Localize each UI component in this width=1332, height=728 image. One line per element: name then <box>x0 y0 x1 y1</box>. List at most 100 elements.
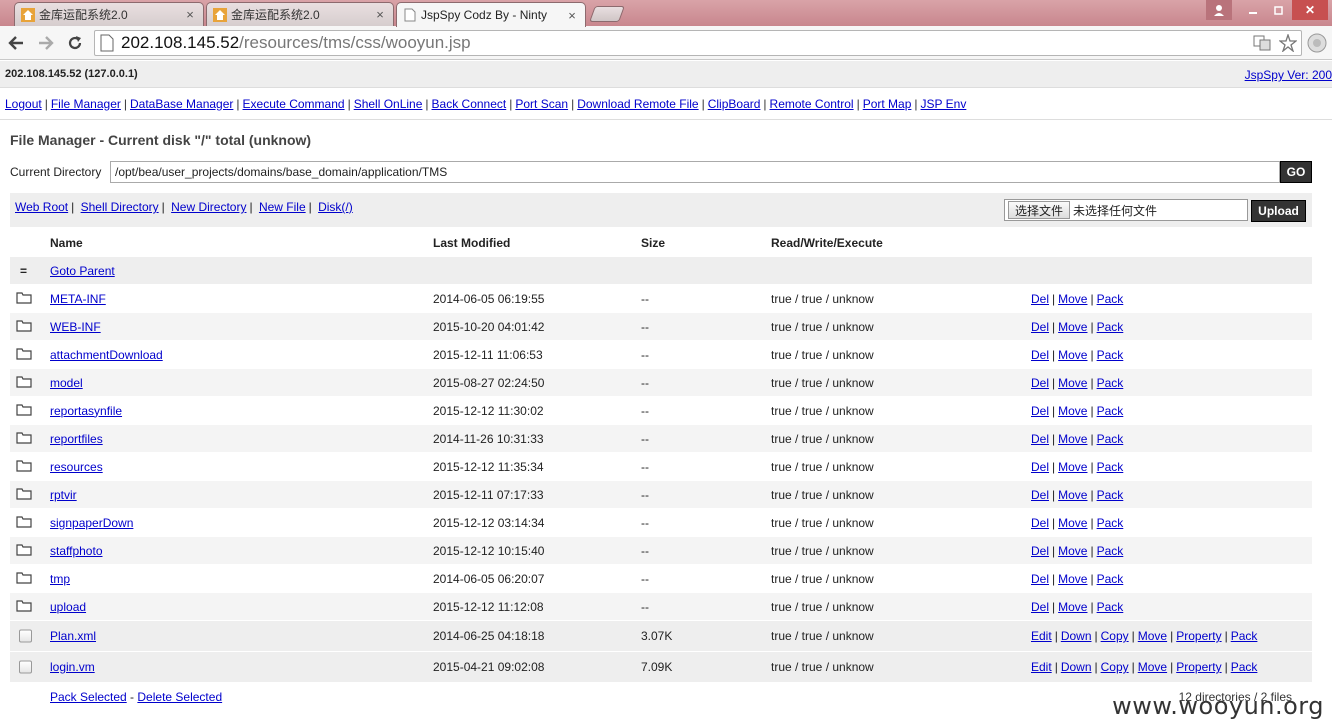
move-link[interactable]: Move <box>1058 544 1087 558</box>
shell-directory-link[interactable]: Shell Directory <box>81 200 159 214</box>
dir-name-link[interactable]: WEB-INF <box>50 320 101 334</box>
menu-logout[interactable]: Logout <box>5 97 42 111</box>
disk-link[interactable]: Disk(/) <box>318 200 353 214</box>
dir-name-link[interactable]: rptvir <box>50 488 77 502</box>
del-link[interactable]: Del <box>1031 432 1049 446</box>
choose-file-button[interactable]: 选择文件 <box>1008 201 1071 219</box>
menu-back-connect[interactable]: Back Connect <box>432 97 507 111</box>
new-directory-link[interactable]: New Directory <box>171 200 246 214</box>
move-link[interactable]: Move <box>1058 516 1087 530</box>
forward-arrow-icon[interactable] <box>34 31 58 55</box>
file-checkbox[interactable] <box>19 629 32 643</box>
current-directory-input[interactable] <box>110 161 1280 183</box>
pack-link[interactable]: Pack <box>1097 404 1124 418</box>
reload-icon[interactable] <box>63 31 87 55</box>
goto-parent-link[interactable]: Goto Parent <box>50 264 115 278</box>
new-file-link[interactable]: New File <box>259 200 306 214</box>
address-bar[interactable]: 202.108.145.52/resources/tms/css/wooyun.… <box>94 30 1302 56</box>
property-link[interactable]: Property <box>1176 629 1221 643</box>
del-link[interactable]: Del <box>1031 460 1049 474</box>
close-window-icon[interactable]: ✕ <box>1292 0 1328 20</box>
del-link[interactable]: Del <box>1031 404 1049 418</box>
move-link[interactable]: Move <box>1058 600 1087 614</box>
del-link[interactable]: Del <box>1031 516 1049 530</box>
page-info-icon[interactable] <box>99 34 117 52</box>
file-name-link[interactable]: login.vm <box>50 660 95 674</box>
pack-selected-link[interactable]: Pack Selected <box>50 690 127 704</box>
dir-name-link[interactable]: staffphoto <box>50 544 103 558</box>
go-button[interactable]: GO <box>1280 161 1312 183</box>
menu-port-scan[interactable]: Port Scan <box>515 97 568 111</box>
dir-name-link[interactable]: tmp <box>50 572 70 586</box>
file-upload-input[interactable]: 选择文件 未选择任何文件 <box>1004 199 1248 221</box>
move-link[interactable]: Move <box>1058 432 1087 446</box>
browser-menu-icon[interactable] <box>1306 32 1328 54</box>
delete-selected-link[interactable]: Delete Selected <box>137 690 222 704</box>
pack-link[interactable]: Pack <box>1097 460 1124 474</box>
translate-icon[interactable] <box>1253 34 1271 57</box>
file-name-link[interactable]: Plan.xml <box>50 629 96 643</box>
edit-link[interactable]: Edit <box>1031 629 1052 643</box>
del-link[interactable]: Del <box>1031 572 1049 586</box>
pack-link[interactable]: Pack <box>1097 488 1124 502</box>
dir-name-link[interactable]: signpaperDown <box>50 516 133 530</box>
new-tab-button[interactable] <box>589 6 625 22</box>
menu-database-manager[interactable]: DataBase Manager <box>130 97 233 111</box>
pack-link[interactable]: Pack <box>1097 572 1124 586</box>
menu-download-remote-file[interactable]: Download Remote File <box>577 97 698 111</box>
pack-link[interactable]: Pack <box>1097 292 1124 306</box>
move-link[interactable]: Move <box>1058 460 1087 474</box>
move-link[interactable]: Move <box>1138 660 1167 674</box>
del-link[interactable]: Del <box>1031 292 1049 306</box>
menu-execute-command[interactable]: Execute Command <box>243 97 345 111</box>
menu-file-manager[interactable]: File Manager <box>51 97 121 111</box>
down-link[interactable]: Down <box>1061 660 1092 674</box>
move-link[interactable]: Move <box>1058 348 1087 362</box>
menu-remote-control[interactable]: Remote Control <box>770 97 854 111</box>
pack-link[interactable]: Pack <box>1097 348 1124 362</box>
maximize-icon[interactable] <box>1266 0 1292 20</box>
move-link[interactable]: Move <box>1058 572 1087 586</box>
menu-clipboard[interactable]: ClipBoard <box>708 97 761 111</box>
browser-tab-active[interactable]: JspSpy Codz By - Ninty × <box>396 2 586 27</box>
pack-link[interactable]: Pack <box>1097 432 1124 446</box>
file-checkbox[interactable] <box>19 660 32 674</box>
version-link[interactable]: JspSpy Ver: 200 <box>1245 68 1332 82</box>
minimize-icon[interactable] <box>1240 0 1266 20</box>
tab-close-icon[interactable]: × <box>373 7 387 22</box>
browser-tab-2[interactable]: 金库运配系统2.0 × <box>206 2 394 26</box>
property-link[interactable]: Property <box>1176 660 1221 674</box>
back-arrow-icon[interactable] <box>4 31 28 55</box>
move-link[interactable]: Move <box>1058 292 1087 306</box>
pack-link[interactable]: Pack <box>1097 516 1124 530</box>
pack-link[interactable]: Pack <box>1231 660 1258 674</box>
copy-link[interactable]: Copy <box>1101 629 1129 643</box>
upload-button[interactable]: Upload <box>1251 200 1306 222</box>
del-link[interactable]: Del <box>1031 544 1049 558</box>
move-link[interactable]: Move <box>1058 404 1087 418</box>
dir-name-link[interactable]: resources <box>50 460 103 474</box>
down-link[interactable]: Down <box>1061 629 1092 643</box>
move-link[interactable]: Move <box>1058 376 1087 390</box>
move-link[interactable]: Move <box>1058 320 1087 334</box>
dir-name-link[interactable]: attachmentDownload <box>50 348 163 362</box>
menu-jsp-env[interactable]: JSP Env <box>921 97 967 111</box>
menu-port-map[interactable]: Port Map <box>863 97 912 111</box>
pack-link[interactable]: Pack <box>1097 600 1124 614</box>
dir-name-link[interactable]: reportfiles <box>50 432 103 446</box>
user-icon[interactable] <box>1206 0 1232 20</box>
del-link[interactable]: Del <box>1031 320 1049 334</box>
dir-name-link[interactable]: reportasynfile <box>50 404 122 418</box>
del-link[interactable]: Del <box>1031 600 1049 614</box>
tab-close-icon[interactable]: × <box>183 7 197 22</box>
dir-name-link[interactable]: META-INF <box>50 292 106 306</box>
menu-shell-online[interactable]: Shell OnLine <box>354 97 423 111</box>
pack-link[interactable]: Pack <box>1231 629 1258 643</box>
browser-tab-1[interactable]: 金库运配系统2.0 × <box>14 2 204 26</box>
edit-link[interactable]: Edit <box>1031 660 1052 674</box>
del-link[interactable]: Del <box>1031 348 1049 362</box>
del-link[interactable]: Del <box>1031 488 1049 502</box>
copy-link[interactable]: Copy <box>1101 660 1129 674</box>
del-link[interactable]: Del <box>1031 376 1049 390</box>
tab-close-icon[interactable]: × <box>565 8 579 23</box>
